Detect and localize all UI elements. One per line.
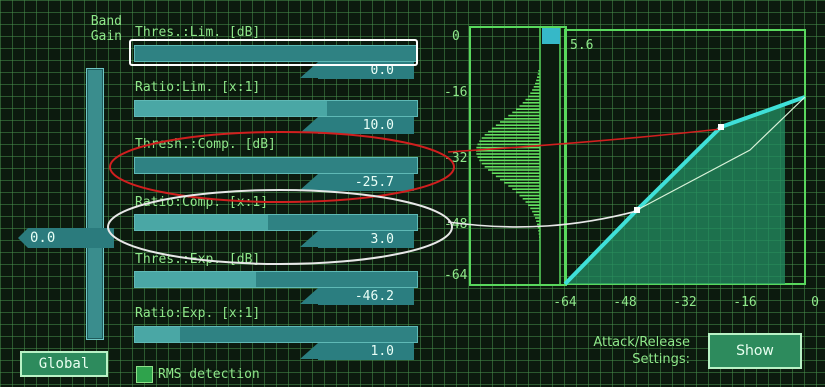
dynamics-plugin-window: Band Gain 0.0 Thres.:Lim. [dB] 0.0 Ratio… (0, 0, 825, 387)
show-settings-button[interactable]: Show (708, 333, 802, 369)
annotation-overlay (107, 131, 455, 265)
thresh-comp-highlight (109, 131, 455, 203)
attack-release-label: Attack/Release Settings: (520, 334, 690, 368)
rms-detection-checkbox[interactable] (136, 366, 153, 383)
global-button[interactable]: Global (20, 351, 108, 377)
rms-detection-label: RMS detection (158, 367, 260, 382)
attack-release-line1: Attack/Release (593, 335, 690, 350)
attack-release-line2: Settings: (632, 352, 690, 367)
